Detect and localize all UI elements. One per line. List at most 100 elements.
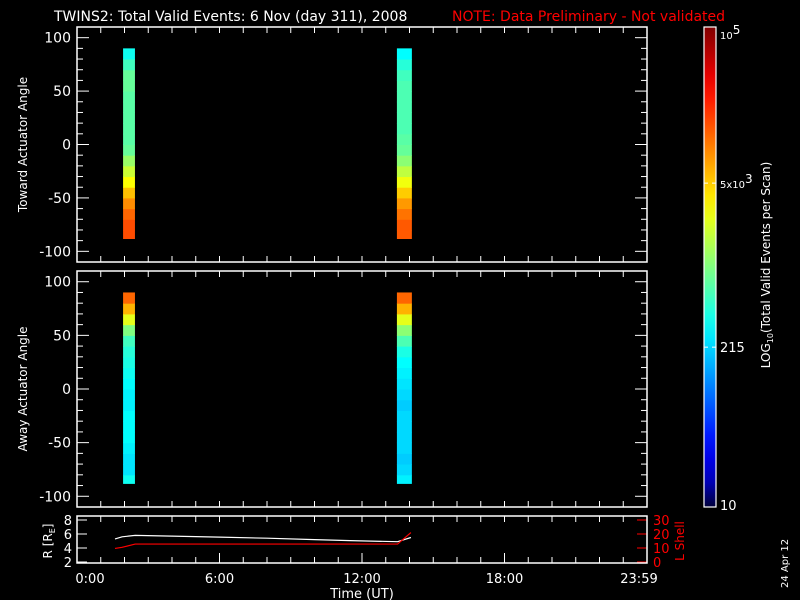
y2-tick-label: 20 <box>653 528 670 543</box>
heatmap-cell <box>396 313 412 326</box>
y2-tick-label: 30 <box>653 514 670 529</box>
heatmap-cell <box>123 208 135 220</box>
heatmap-cell <box>396 80 412 92</box>
heatmap-cell <box>396 464 412 476</box>
y-tick-label: -50 <box>48 436 71 452</box>
y-tick-label: -50 <box>48 191 71 207</box>
heatmap-cell <box>123 165 135 178</box>
heatmap-cell <box>396 292 412 304</box>
heatmap-cell <box>123 59 135 71</box>
heatmap-cell <box>123 431 135 444</box>
colorbar-tick-label: 10 <box>720 499 737 514</box>
heatmap-cell <box>396 123 412 135</box>
y-tick-label: 50 <box>53 328 71 344</box>
heatmap-cell <box>123 474 135 484</box>
heatmap-cell <box>396 335 412 347</box>
heatmap-cell <box>123 112 135 124</box>
heatmap-cell <box>123 389 135 401</box>
heatmap-cell <box>123 378 135 390</box>
panel-ephemeris: 2468 0102030 0:00 6:00 12:00 18:00 23:59 Time (… <box>41 514 687 600</box>
heatmap-cell <box>396 303 412 315</box>
heatmap-cell <box>396 197 412 210</box>
heatmap-cell <box>396 474 412 484</box>
heatmap-cell <box>123 229 135 239</box>
y-axis-label: Toward Actuator Angle <box>16 77 30 213</box>
heatmap-cell <box>123 91 135 103</box>
panel-away: -100 -50 0 50 100 Away Actuator Angle <box>16 270 648 508</box>
heatmap-cell <box>123 144 135 156</box>
y-tick-label: 100 <box>44 275 71 291</box>
x-tick-label: 18:00 <box>486 572 523 587</box>
heatmap-cell <box>396 229 412 239</box>
y-tick-label: -100 <box>39 489 71 505</box>
preliminary-note: NOTE: Data Preliminary - Not validated <box>452 9 725 25</box>
heatmap-cell <box>396 367 412 379</box>
colorbar-tick-label: 5x103 <box>720 172 753 191</box>
y-tick-label: 0 <box>62 382 71 398</box>
colorbar: 105 5x103 215 10 LOG10(Total Valid Events pe… <box>703 23 775 514</box>
heatmap-cell <box>123 453 135 465</box>
heatmap-cell <box>396 112 412 124</box>
colorbar-scale <box>703 26 717 508</box>
heatmap-cell <box>123 292 135 304</box>
y2-axis-label: L Shell <box>673 521 687 561</box>
heatmap-cell <box>396 208 412 220</box>
heatmap-cell <box>396 389 412 401</box>
heatmap-cell <box>123 80 135 92</box>
panel-toward: -100 -50 0 50 100 Toward Actuator Angle <box>16 26 648 263</box>
heatmap-cell <box>123 442 135 454</box>
plot-title: TWINS2: Total Valid Events: 6 Nov (day 3… <box>53 9 407 25</box>
twins-plot: TWINS2: Total Valid Events: 6 Nov (day 3… <box>16 9 791 600</box>
y-tick-label: -100 <box>39 244 71 260</box>
heatmap-cell <box>396 165 412 178</box>
heatmap-cell <box>123 464 135 476</box>
x-tick-label: 0:00 <box>75 572 104 587</box>
colorbar-tick-label: 215 <box>720 341 745 356</box>
heatmap-cell <box>123 303 135 315</box>
scan-0 <box>123 48 135 239</box>
x-tick-label: 23:59 <box>620 572 657 587</box>
line-r <box>114 534 412 543</box>
heatmap-cell <box>123 187 135 199</box>
colorbar-label: LOG10(Total Valid Events per Scan) <box>759 162 775 369</box>
y2-tick-label: 10 <box>653 542 670 557</box>
y2-tick-label: 0 <box>653 556 661 571</box>
heatmap-cell <box>123 123 135 135</box>
heatmap-cell <box>123 101 135 113</box>
heatmap-cell <box>123 133 135 145</box>
heatmap-cell <box>396 410 412 422</box>
x-tick-label: 6:00 <box>205 572 234 587</box>
heatmap-cell <box>123 410 135 422</box>
x-axis-label: Time (UT) <box>329 587 394 600</box>
heatmap-cell <box>396 421 412 433</box>
x-tick-label: 12:00 <box>343 572 380 587</box>
scan-1 <box>396 48 412 239</box>
heatmap-cell <box>123 219 135 231</box>
heatmap-cell <box>396 69 412 81</box>
heatmap-cell <box>396 101 412 113</box>
heatmap-cell <box>123 421 135 433</box>
heatmap-cell <box>123 313 135 326</box>
y-tick-label: 50 <box>53 84 71 100</box>
heatmap-cell <box>396 155 412 167</box>
heatmap-cell <box>123 155 135 167</box>
y-tick-label: 0 <box>62 138 71 154</box>
heatmap-cell <box>123 346 135 358</box>
scan-0 <box>123 292 135 484</box>
y-tick-label: 6 <box>64 528 72 543</box>
y-axis-label: R [RE] <box>41 524 57 559</box>
y-tick-label: 4 <box>64 542 72 557</box>
heatmap-cell <box>396 219 412 231</box>
heatmap-cell <box>396 324 412 336</box>
heatmap-cell <box>396 346 412 358</box>
date-stamp: 24 Apr 12 <box>780 539 791 588</box>
heatmap-cell <box>396 453 412 465</box>
heatmap-cell <box>123 356 135 369</box>
heatmap-cell <box>123 399 135 411</box>
panel-frame <box>76 26 648 263</box>
heatmap-cell <box>396 378 412 390</box>
heatmap-cell <box>396 442 412 454</box>
heatmap-cell <box>123 197 135 210</box>
y-tick-label: 2 <box>64 556 72 571</box>
heatmap-cell <box>396 431 412 444</box>
